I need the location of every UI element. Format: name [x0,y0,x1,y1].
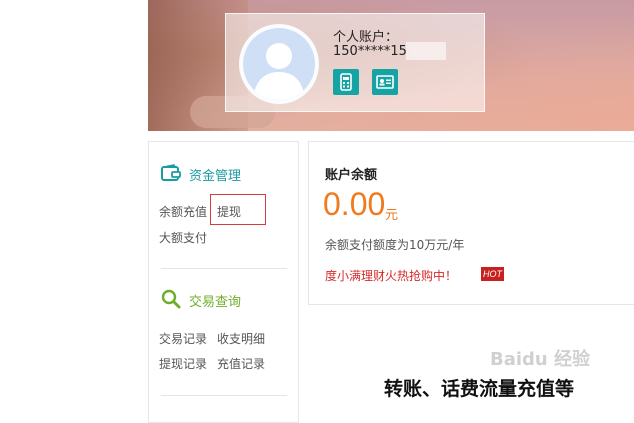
funds-section-title: 资金管理 [189,169,242,184]
query-section-title: 交易查询 [189,295,242,310]
sidebar-link-statement[interactable]: 收支明细 [217,330,265,347]
balance-unit: 元 [385,208,399,223]
sidebar-link-large-payment[interactable]: 大额支付 [159,229,207,246]
sidebar: 资金管理 余额充值 提现 大额支付 交易查询 交易记录 收支明细 提现记录 充值… [148,141,299,423]
balance-panel: 账户余额 0.00 元 余额支付额度为10万元/年 度小满理财火热抢购中！ HO… [308,141,634,305]
sidebar-link-recharge-records[interactable]: 充值记录 [217,355,265,372]
wallet-icon [161,164,181,186]
phone-mask [406,42,446,60]
mobile-button[interactable] [333,69,359,95]
left-blank-area [0,0,148,412]
avatar[interactable] [239,24,319,104]
account-label: 个人账户： [333,30,399,45]
id-card-icon [376,75,394,89]
sidebar-link-withdraw-records[interactable]: 提现记录 [159,355,207,372]
promo-link[interactable]: 度小满理财火热抢购中！ [325,267,457,284]
section-divider [161,395,287,396]
payment-limit-text: 余额支付额度为10万元/年 [325,238,465,252]
mobile-icon [340,73,352,91]
highlight-box [210,194,266,225]
search-icon [161,289,181,313]
sidebar-link-transactions[interactable]: 交易记录 [159,330,207,347]
profile-banner: 个人账户： 150*****15 [148,0,634,131]
watermark: Baidu 经验 [490,349,591,370]
hot-badge: HOT [481,267,504,281]
caption-text: 转账、话费流量充值等 [384,378,575,400]
account-phone: 150*****15 [333,44,407,59]
account-card: 个人账户： 150*****15 [225,13,485,112]
section-divider [161,268,287,269]
balance-amount: 0.00 [323,186,386,222]
id-card-button[interactable] [372,69,398,95]
user-silhouette-icon [253,43,305,100]
sidebar-link-recharge[interactable]: 余额充值 [159,203,207,220]
balance-title: 账户余额 [325,168,378,183]
